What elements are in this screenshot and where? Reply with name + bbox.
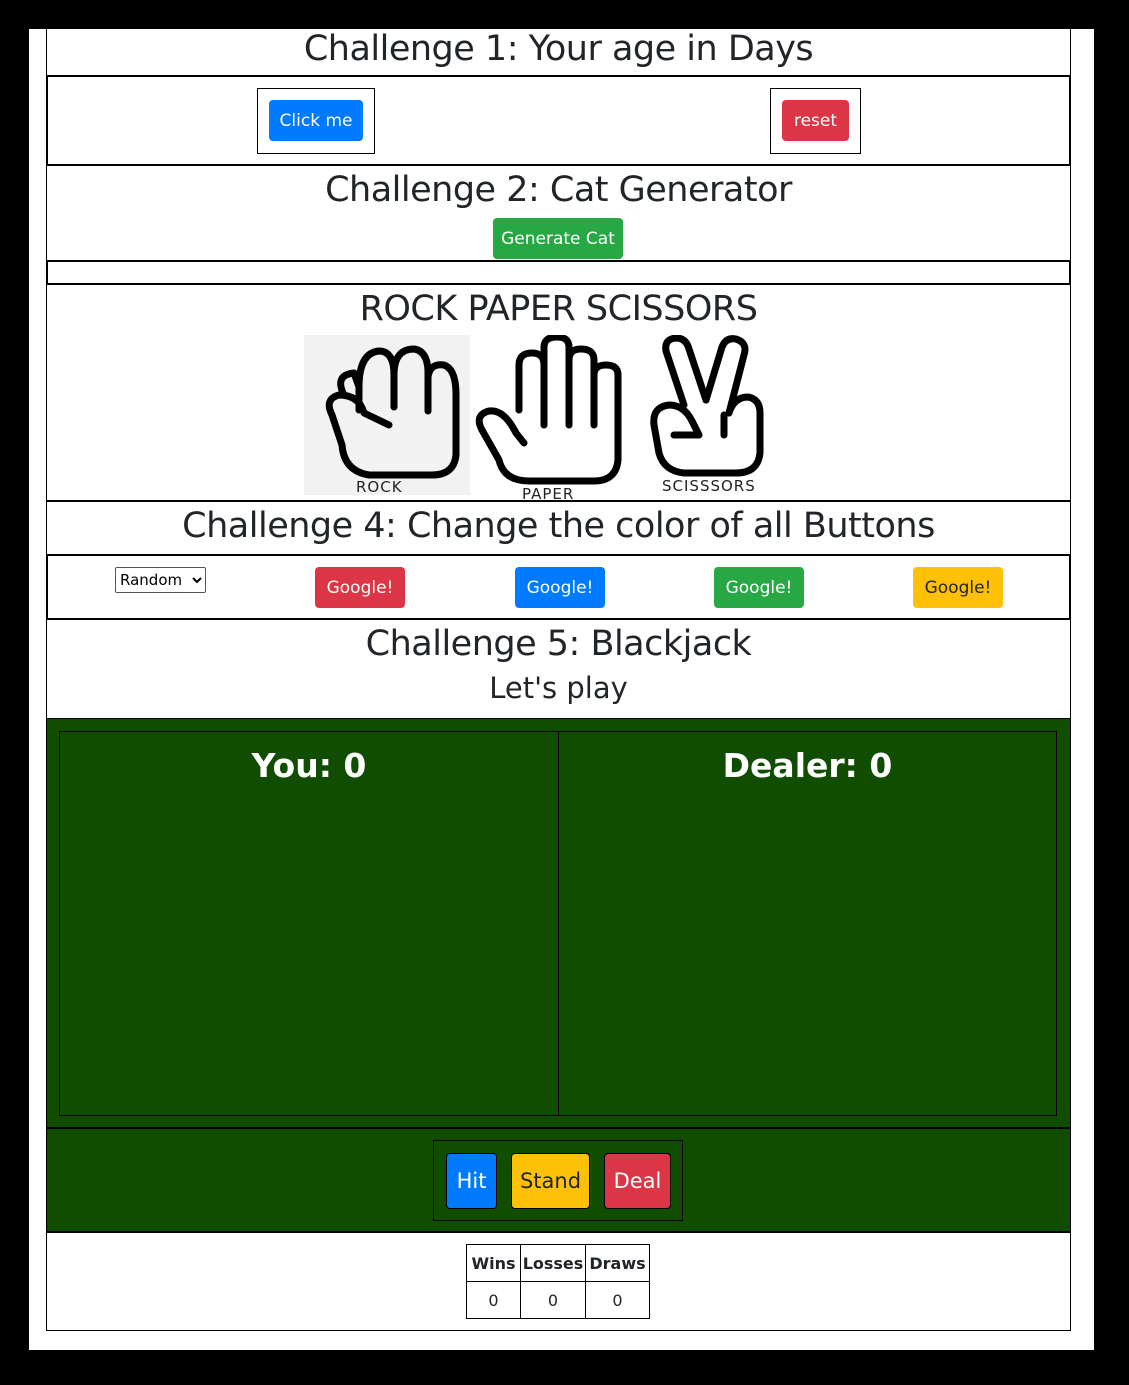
blackjack-controls: Hit Stand Deal <box>47 1127 1070 1233</box>
click-me-button[interactable]: Click me <box>269 100 363 141</box>
score-header-row: Wins Losses Draws <box>466 1244 650 1282</box>
deal-button[interactable]: Deal <box>604 1153 671 1209</box>
reset-button[interactable]: reset <box>782 100 849 141</box>
challenge-1-header: Challenge 1: Your age in Days <box>47 29 1070 75</box>
reset-button-frame: reset <box>770 88 861 154</box>
paper-label: PAPER <box>522 485 574 501</box>
google-button-1[interactable]: Google! <box>315 567 405 608</box>
challenge-2-title: Challenge 2: Cat Generator <box>325 170 792 210</box>
color-select[interactable]: Random <box>115 567 206 593</box>
challenge-4-header: Challenge 4: Change the color of all But… <box>47 502 1070 554</box>
challenge-3-section: ROCK PAPER SCISSORS ROCK PAPER SCISSSORS <box>47 285 1070 502</box>
stand-button[interactable]: Stand <box>511 1153 590 1209</box>
paper-hand-icon[interactable]: PAPER <box>475 335 622 501</box>
main-container: Challenge 1: Your age in Days Click me r… <box>46 29 1071 1331</box>
hit-button[interactable]: Hit <box>446 1153 497 1209</box>
click-button-frame: Click me <box>257 88 375 154</box>
dealer-score: 0 <box>869 746 893 785</box>
player-box: You: 0 <box>59 731 559 1116</box>
dealer-label: Dealer: <box>722 746 870 785</box>
controls-frame: Hit Stand Deal <box>433 1140 683 1221</box>
cat-flex-box <box>47 260 1070 285</box>
google-button-4[interactable]: Google! <box>913 567 1003 608</box>
challenge-2-section: Challenge 2: Cat Generator Generate Cat <box>47 166 1070 260</box>
rock-hand-icon[interactable]: ROCK <box>304 335 470 496</box>
wins-header: Wins <box>466 1244 521 1282</box>
draws-value: 0 <box>585 1281 650 1319</box>
scissors-label: SCISSSORS <box>662 477 756 495</box>
generate-cat-button[interactable]: Generate Cat <box>493 218 623 259</box>
google-button-2[interactable]: Google! <box>515 567 605 608</box>
player-score-heading: You: 0 <box>60 732 558 790</box>
score-value-row: 0 0 0 <box>466 1281 650 1319</box>
challenge-1-title: Challenge 1: Your age in Days <box>303 29 814 69</box>
blackjack-table: You: 0 Dealer: 0 <box>47 718 1070 1127</box>
blackjack-title: Challenge 5: Blackjack <box>365 624 752 664</box>
score-table: Wins Losses Draws 0 0 0 <box>466 1244 650 1319</box>
rps-title: ROCK PAPER SCISSORS <box>359 289 758 329</box>
rps-images: ROCK PAPER SCISSSORS <box>304 335 764 501</box>
rock-label: ROCK <box>356 478 403 496</box>
wins-value: 0 <box>466 1281 521 1319</box>
challenge-5-header: Challenge 5: Blackjack Let's play <box>47 620 1070 718</box>
page: Challenge 1: Your age in Days Click me r… <box>29 29 1094 1350</box>
player-label: You: <box>251 746 344 785</box>
challenge-4-title: Challenge 4: Change the color of all But… <box>182 506 935 546</box>
losses-header: Losses <box>520 1244 586 1282</box>
challenge-1-box: Click me reset <box>47 75 1070 166</box>
losses-value: 0 <box>520 1281 586 1319</box>
scissors-hand-icon[interactable]: SCISSSORS <box>650 335 764 495</box>
blackjack-subtitle: Let's play <box>489 671 628 705</box>
draws-header: Draws <box>585 1244 650 1282</box>
dealer-box: Dealer: 0 <box>558 731 1057 1116</box>
dealer-score-heading: Dealer: 0 <box>559 732 1056 790</box>
bottom-border <box>47 1330 1070 1331</box>
google-button-3[interactable]: Google! <box>714 567 804 608</box>
challenge-4-box: Random Google! Google! Google! Google! <box>47 554 1070 620</box>
player-score: 0 <box>343 746 367 785</box>
